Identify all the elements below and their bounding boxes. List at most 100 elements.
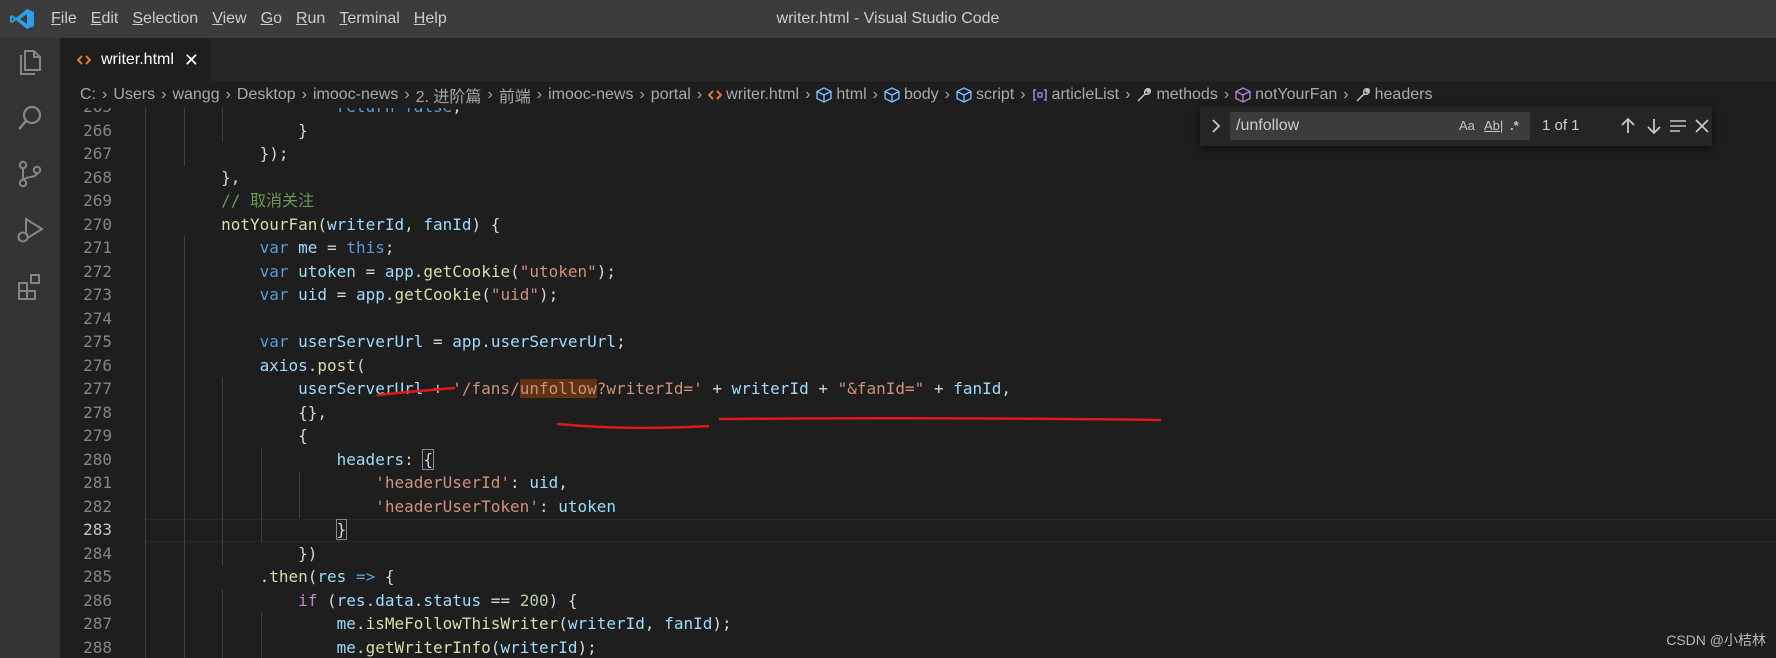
code-text: // 取消关注 (221, 191, 314, 210)
code-text: }) (144, 543, 318, 563)
watermark: CSDN @小桔林 (1666, 632, 1766, 648)
code-line[interactable]: 273 var uid = app.getCookie("uid"); (60, 283, 1776, 307)
breadcrumb-label: notYourFan (1255, 86, 1338, 103)
line-number: 266 (83, 120, 112, 140)
code-line[interactable]: 286 if (res.data.status == 200) { (60, 588, 1776, 612)
code-line[interactable]: 270 notYourFan(writerId, fanId) { (60, 212, 1776, 236)
code-editor[interactable]: 265 return false;266 }267 });268 },269 /… (60, 108, 1776, 658)
code-text: return false; (144, 108, 462, 119)
breadcrumb-item[interactable]: 2. 进阶篇 (416, 83, 482, 107)
close-find-icon[interactable] (1690, 114, 1714, 138)
breadcrumb-label: writer.html (726, 86, 800, 103)
match-case-toggle[interactable]: Aa (1459, 114, 1475, 138)
code-line[interactable]: 285 .then(res => { (60, 565, 1776, 589)
line-number: 286 (83, 590, 112, 610)
menu-help[interactable]: Help (407, 0, 454, 38)
breadcrumb-label: Users (113, 86, 156, 103)
breadcrumb-item[interactable]: html (816, 86, 867, 104)
tab-writer-html[interactable]: writer.html ✕ (60, 38, 210, 82)
breadcrumb-label: imooc-news (312, 86, 399, 103)
code-line[interactable]: 271 var me = this; (60, 236, 1776, 260)
search-icon[interactable] (14, 102, 46, 134)
line-number: 268 (83, 167, 112, 187)
menu-view[interactable]: View (205, 0, 253, 38)
code-text: 'headerUserToken': utoken (375, 496, 617, 516)
line-number: 278 (83, 402, 112, 422)
menu-selection[interactable]: Selection (125, 0, 205, 38)
breadcrumb-item[interactable]: body (884, 86, 939, 104)
code-text: var me = this; (259, 238, 395, 257)
find-in-selection-icon[interactable] (1666, 114, 1690, 138)
code-line[interactable]: 279 { (60, 424, 1776, 448)
code-line[interactable]: 272 var utoken = app.getCookie("utoken")… (60, 259, 1776, 283)
menu-terminal[interactable]: Terminal (332, 0, 406, 38)
code-text: 'headerUserId': uid, (375, 473, 568, 492)
previous-match-icon[interactable] (1616, 114, 1640, 138)
line-number: 280 (83, 449, 112, 469)
breadcrumb-item[interactable]: Desktop (237, 86, 296, 104)
breadcrumb-item[interactable]: methods (1136, 86, 1218, 104)
next-match-icon[interactable] (1642, 114, 1666, 138)
breadcrumb-item[interactable]: 前端 (499, 83, 531, 107)
code-text: if (res.data.status == 200) { (298, 590, 578, 610)
code-line[interactable]: 277 userServerUrl + '/fans/unfollow?writ… (60, 377, 1776, 401)
cube-icon (816, 87, 833, 103)
breadcrumb-label: wangg (172, 86, 220, 103)
code-line[interactable]: 268 }, (60, 165, 1776, 189)
breadcrumb-separator: › (301, 86, 307, 103)
breadcrumb-item[interactable]: script (956, 86, 1014, 104)
code-line[interactable]: 269 // 取消关注 (60, 189, 1776, 213)
code-text: var utoken = app.getCookie("utoken"); (259, 261, 617, 281)
code-line[interactable]: 282 'headerUserToken': utoken (60, 494, 1776, 518)
indent-guide (145, 306, 146, 330)
code-line[interactable]: 278 {}, (60, 400, 1776, 424)
breadcrumb-separator: › (805, 86, 811, 103)
breadcrumb-item[interactable]: writer.html (708, 86, 799, 104)
breadcrumb-item[interactable]: C: (80, 86, 96, 104)
breadcrumb-item[interactable]: articleList (1032, 86, 1119, 104)
breadcrumb-item[interactable]: notYourFan (1235, 86, 1337, 104)
menu-run[interactable]: Run (289, 0, 332, 38)
menu-edit[interactable]: Edit (84, 0, 126, 38)
line-number: 265 (60, 108, 112, 119)
menu-go[interactable]: Go (254, 0, 289, 38)
code-line[interactable]: 280 headers: { (60, 447, 1776, 471)
extensions-icon[interactable] (14, 270, 46, 302)
regex-toggle[interactable]: .* (1510, 114, 1519, 138)
code-line[interactable]: 287 me.isMeFollowThisWriter(writerId, fa… (60, 612, 1776, 636)
array-icon (1032, 87, 1048, 103)
match-whole-word-toggle[interactable]: Ab| (1484, 114, 1503, 138)
wrench-icon (1136, 87, 1152, 103)
line-number: 283 (83, 520, 112, 539)
breadcrumb-item[interactable]: imooc-news (313, 86, 398, 104)
find-widget: Aa Ab| .* 1 of 1 (1200, 106, 1712, 146)
menu-file[interactable]: File (44, 0, 84, 38)
breadcrumb-item[interactable]: portal (651, 86, 691, 104)
close-icon[interactable]: ✕ (184, 50, 199, 71)
code-line[interactable]: 276 axios.post( (60, 353, 1776, 377)
title-bar: File Edit Selection View Go Run Terminal… (0, 0, 1776, 38)
breadcrumb-item[interactable]: imooc-news (548, 86, 633, 104)
breadcrumb-item[interactable]: wangg (172, 86, 219, 104)
run-debug-icon[interactable] (14, 214, 46, 246)
toggle-replace-chevron-icon[interactable] (1206, 116, 1226, 136)
breadcrumb-item[interactable]: Users (113, 86, 155, 104)
indent-guide (183, 306, 185, 330)
breadcrumb-separator: › (1343, 86, 1349, 103)
code-line[interactable]: 284 }) (60, 541, 1776, 565)
html-file-icon (77, 55, 91, 65)
breadcrumb-item[interactable]: headers (1355, 86, 1433, 104)
find-result-count: 1 of 1 (1542, 117, 1580, 134)
files-icon[interactable] (14, 46, 46, 78)
breadcrumb-label: headers (1374, 86, 1433, 103)
code-line[interactable]: 288 me.getWriterInfo(writerId); (60, 635, 1776, 658)
code-text: } (144, 120, 308, 140)
code-text: {}, (144, 402, 328, 422)
code-text: me.isMeFollowThisWriter(writerId, fanId)… (336, 614, 732, 633)
code-line[interactable]: 275 var userServerUrl = app.userServerUr… (60, 330, 1776, 354)
source-control-icon[interactable] (14, 158, 46, 190)
code-line[interactable]: 281 'headerUserId': uid, (60, 471, 1776, 495)
code-line[interactable]: 274 (60, 306, 1776, 330)
breadcrumb-separator: › (1223, 86, 1230, 103)
code-line[interactable]: 283 } (60, 518, 1776, 542)
